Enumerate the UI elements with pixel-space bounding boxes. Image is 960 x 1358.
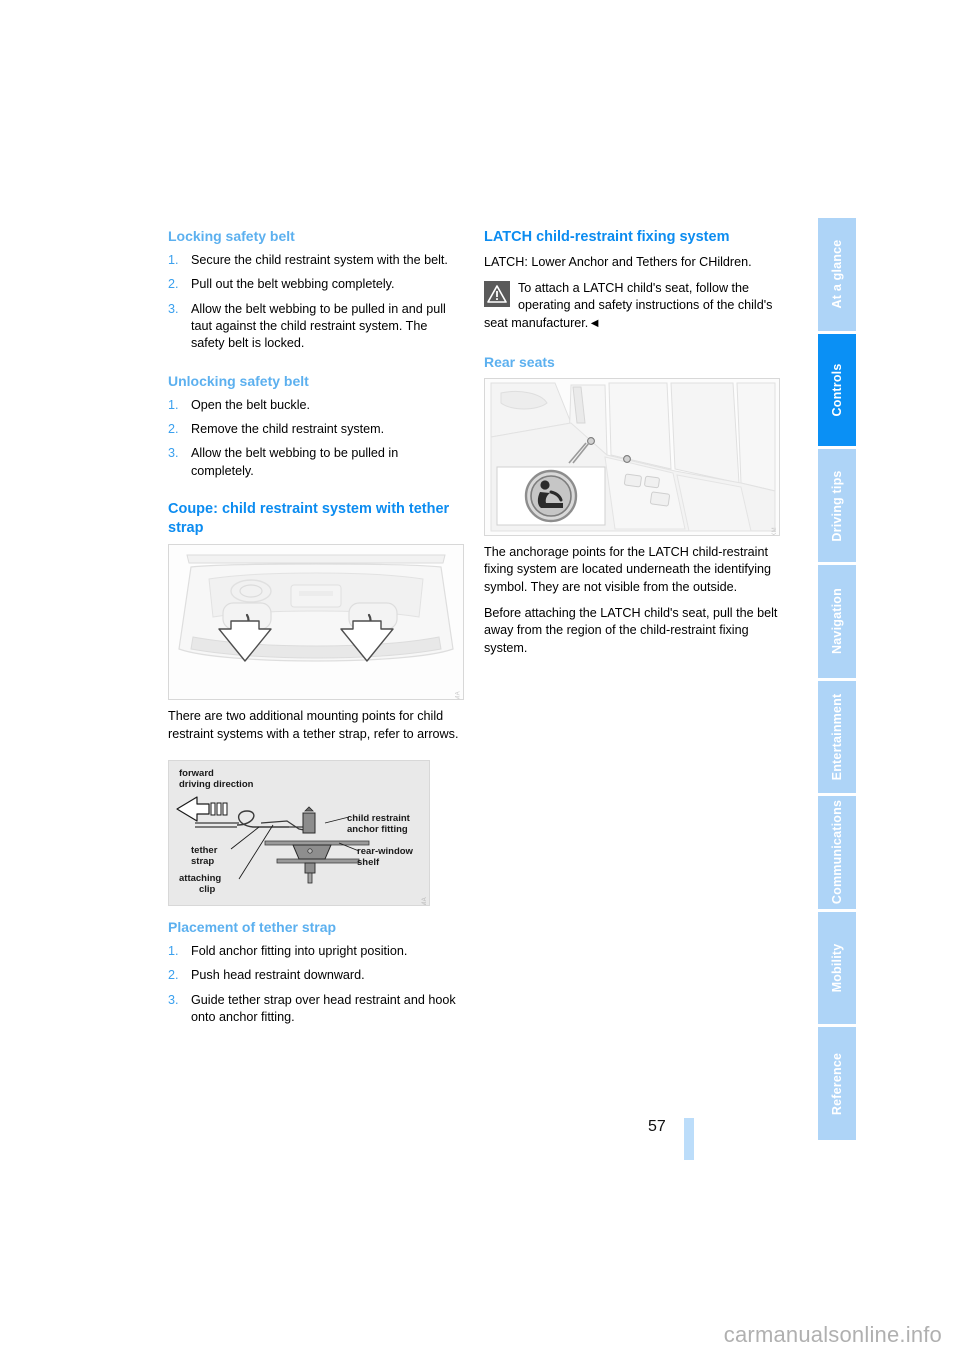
step-text: Remove the child restraint system.: [191, 422, 385, 437]
svg-text:child restraint: child restraint: [347, 813, 411, 824]
list-item: 2. Pull out the belt webbing completely.: [168, 276, 464, 293]
sidebar-tab-label: Controls: [830, 363, 844, 417]
steps-placement-of-tether-strap: 1. Fold anchor fitting into upright posi…: [168, 943, 464, 1027]
sidebar-tab-driving-tips[interactable]: Driving tips: [818, 449, 856, 562]
svg-text:tether: tether: [191, 845, 218, 856]
heading-rear-seats: Rear seats: [484, 354, 555, 371]
step-number: 1.: [168, 397, 179, 412]
page-number-bar: [684, 1118, 694, 1160]
sidebar-tab-label: Communications: [830, 800, 844, 905]
figure-tether-strap-diagram: forward driving direction child restrain…: [168, 760, 430, 907]
sidebar-tab-label: Mobility: [830, 943, 844, 993]
sidebar-tab-entertainment[interactable]: Entertainment: [818, 680, 856, 794]
steps-unlocking-safety-belt: 1. Open the belt buckle. 2. Remove the c…: [168, 397, 464, 481]
list-item: 3. Allow the belt webbing to be pulled i…: [168, 445, 464, 480]
heading-locking-safety-belt: Locking safety belt: [168, 228, 295, 244]
rear-seats-illustration: [485, 378, 779, 535]
svg-text:forward: forward: [179, 768, 214, 779]
step-text: Fold anchor fitting into upright positio…: [191, 943, 408, 958]
sidebar-tab-label: Driving tips: [830, 469, 844, 542]
svg-text:strap: strap: [191, 856, 214, 867]
list-item: 3. Allow the belt webbing to be pulled i…: [168, 301, 464, 353]
sidebar-tab-controls[interactable]: Controls: [818, 333, 856, 447]
list-item: 2. Push head restraint downward.: [168, 967, 464, 984]
sidebar-tab-label: Reference: [830, 1052, 844, 1115]
sidebar-tab-label: Navigation: [830, 588, 844, 655]
warning-triangle-icon: [484, 280, 510, 307]
sidebar-tab-mobility[interactable]: Mobility: [818, 911, 856, 1025]
sidebar-tab-reference[interactable]: Reference: [818, 1027, 856, 1140]
watermark: carmanualsonline.info: [723, 1322, 942, 1347]
svg-text:clip: clip: [199, 884, 216, 895]
step-text: Allow the belt webbing to be pulled in c…: [191, 446, 399, 478]
figure-code: MVC0779CMA: [422, 897, 428, 905]
step-number: 1.: [168, 252, 179, 267]
step-number: 3.: [168, 446, 179, 461]
step-text: Push head restraint downward.: [191, 968, 365, 983]
svg-text:attaching: attaching: [179, 873, 221, 884]
figure-coupe-mounting-points: WVcS3ITCMA: [168, 544, 464, 701]
step-number: 3.: [168, 992, 179, 1007]
sidebar-tab-label: At a glance: [830, 239, 844, 309]
step-number: 2.: [168, 422, 179, 437]
section-tabs-sidebar: At a glance Controls Driving tips Naviga…: [818, 218, 856, 1143]
right-column: LATCH child-restraint fixing system LATC…: [484, 228, 780, 657]
step-number: 3.: [168, 301, 179, 316]
warning-note-text: To attach a LATCH child's seat, follow t…: [484, 280, 773, 330]
caption-mounting-points: There are two additional mounting points…: [168, 709, 459, 741]
sidebar-tab-at-a-glance[interactable]: At a glance: [818, 218, 856, 331]
step-number: 2.: [168, 277, 179, 292]
sidebar-tab-label: Entertainment: [830, 693, 844, 781]
list-item: 2. Remove the child restraint system.: [168, 421, 464, 438]
list-item: 1. Secure the child restraint system wit…: [168, 252, 464, 269]
step-text: Guide tether strap over head restraint a…: [191, 992, 456, 1025]
latch-intro-text: LATCH: Lower Anchor and Tethers for CHil…: [484, 254, 752, 269]
before-attaching-paragraph: Before attaching the LATCH child's seat,…: [484, 606, 778, 655]
note-end-marker: ◄: [588, 315, 601, 330]
figure-rear-seats: WVC1HBCSIXM: [484, 377, 780, 536]
step-number: 1.: [168, 943, 179, 958]
step-text: Pull out the belt webbing completely.: [191, 277, 395, 292]
coupe-interior-illustration: [169, 545, 463, 700]
tether-strap-illustration: forward driving direction child restrain…: [169, 761, 429, 906]
figure-code: WVcS3ITCMA: [456, 691, 462, 699]
step-number: 2.: [168, 968, 179, 983]
sidebar-tab-communications[interactable]: Communications: [818, 796, 856, 909]
page-number: 57: [648, 1118, 666, 1135]
sidebar-tab-navigation[interactable]: Navigation: [818, 564, 856, 678]
svg-text:shelf: shelf: [357, 857, 380, 868]
left-column: Locking safety belt 1. Secure the child …: [168, 228, 464, 1033]
step-text: Allow the belt webbing to be pulled in a…: [191, 301, 446, 351]
list-item: 3. Guide tether strap over head restrain…: [168, 992, 464, 1027]
figure-code: WVC1HBCSIXM: [772, 527, 778, 535]
list-item: 1. Fold anchor fitting into upright posi…: [168, 943, 464, 960]
heading-unlocking-safety-belt: Unlocking safety belt: [168, 372, 309, 389]
anchorage-points-paragraph: The anchorage points for the LATCH child…: [484, 544, 772, 594]
list-item: 1. Open the belt buckle.: [168, 397, 464, 414]
svg-text:anchor fitting: anchor fitting: [347, 824, 408, 835]
heading-placement-of-tether-strap: Placement of tether strap: [168, 919, 337, 936]
svg-text:driving direction: driving direction: [179, 779, 254, 790]
svg-text:rear-window: rear-window: [357, 846, 414, 857]
step-text: Open the belt buckle.: [191, 397, 311, 412]
step-text: Secure the child restraint system with t…: [191, 252, 448, 267]
manual-page: At a glance Controls Driving tips Naviga…: [0, 0, 960, 1358]
warning-note: To attach a LATCH child's seat, follow t…: [484, 280, 780, 332]
heading-coupe-child-restraint-tether: Coupe: child restraint system with tethe…: [168, 501, 450, 536]
heading-latch-fixing-system: LATCH child-restraint fixing system: [484, 229, 730, 245]
steps-locking-safety-belt: 1. Secure the child restraint system wit…: [168, 252, 464, 353]
